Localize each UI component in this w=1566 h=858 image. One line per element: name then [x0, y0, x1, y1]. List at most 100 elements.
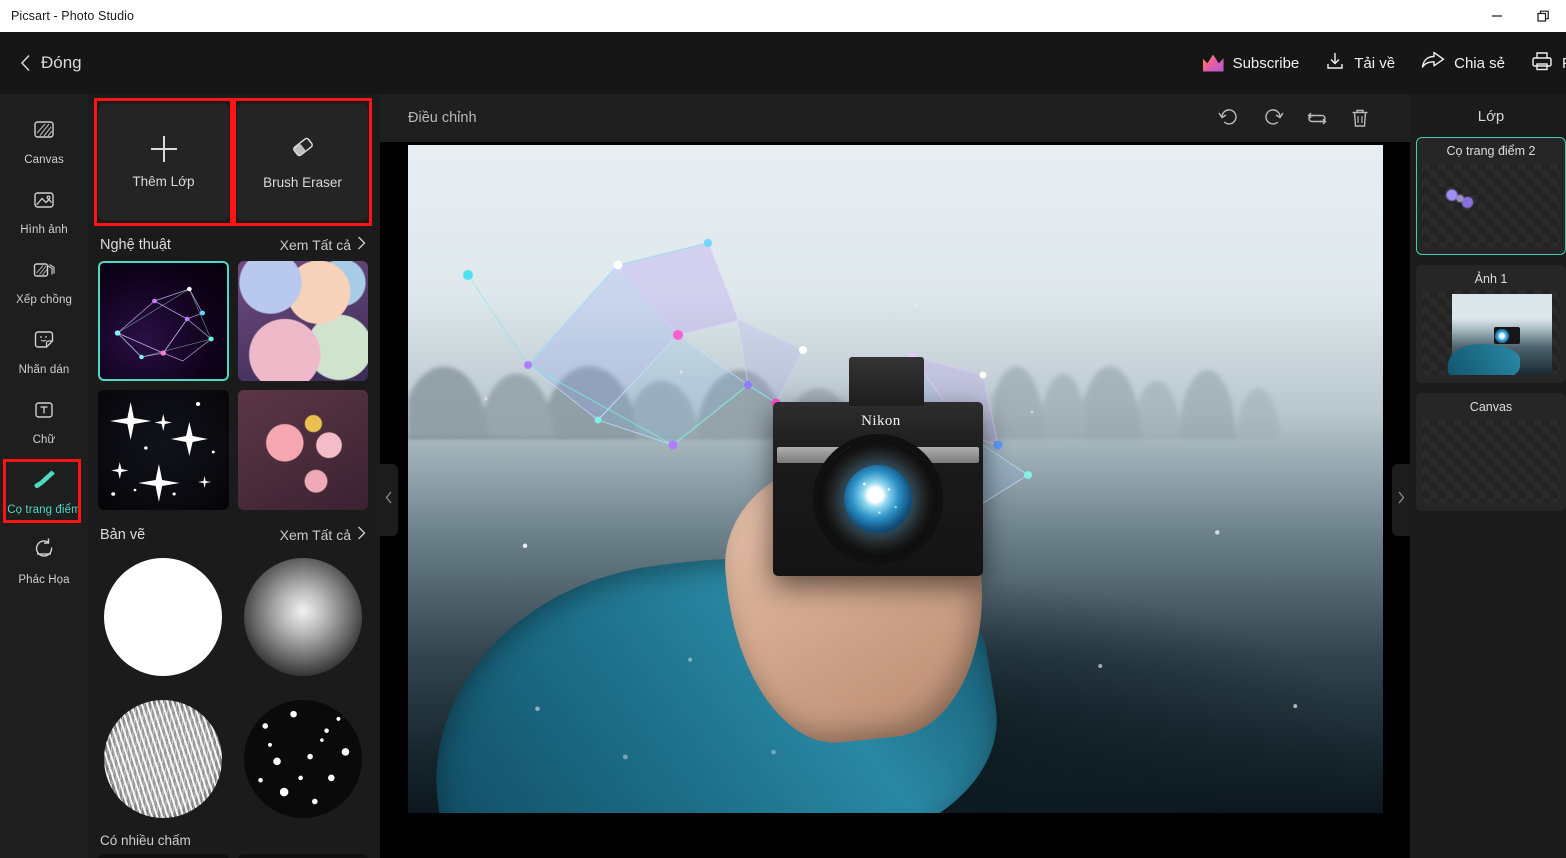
chevron-right-icon [357, 526, 366, 543]
sidebar-item-label: Xếp chồng [16, 293, 72, 306]
reset-button[interactable] [1306, 108, 1328, 128]
brush-eraser-button[interactable]: Brush Eraser [233, 98, 372, 226]
sidebar-item-makeup-brush[interactable]: Cọ trang điểm [0, 456, 88, 526]
brush-preview-dots [244, 700, 362, 818]
chevron-left-icon [20, 54, 31, 72]
sketch-icon [31, 537, 57, 568]
draw-brush-cell[interactable] [98, 854, 229, 858]
layer-name: Ảnh 1 [1474, 272, 1508, 286]
share-icon [1421, 51, 1445, 75]
app-header: Đóng Subscribe Tải về Chia sẻ [0, 32, 1566, 94]
art-brush-thumb[interactable] [98, 261, 229, 381]
header-actions: Subscribe Tải về Chia sẻ [1202, 32, 1566, 94]
draw-brush-cell[interactable] [238, 551, 368, 683]
layer-name: Canvas [1469, 400, 1513, 414]
subscribe-label: Subscribe [1232, 54, 1300, 72]
brush-panel-actions: Thêm Lớp Brush Eraser [94, 98, 372, 226]
artboard[interactable]: Nikon [407, 145, 1383, 813]
section-title: Bản vẽ [100, 526, 146, 543]
chevron-right-icon [1397, 491, 1405, 509]
crown-icon [1202, 54, 1224, 72]
stage-toolbar: Điều chỉnh [380, 94, 1410, 142]
minimize-button[interactable] [1474, 0, 1520, 32]
camera-brand-label: Nikon [861, 412, 901, 429]
share-label: Chia sẻ [1454, 54, 1505, 72]
layer-thumbnail [1422, 291, 1560, 375]
art-brush-thumb[interactable] [237, 390, 368, 510]
canvas-icon [31, 117, 57, 148]
layer-thumbnail [1422, 163, 1560, 247]
close-button[interactable]: Đóng [20, 53, 82, 73]
stage-tool-buttons [1218, 108, 1370, 129]
sidebar-item-canvas[interactable]: Canvas [0, 106, 88, 176]
section-title: Nghệ thuật [100, 236, 171, 253]
section-header-art: Nghệ thuật Xem Tất cả [100, 236, 366, 253]
brush-icon [30, 467, 58, 498]
sidebar-item-label: Canvas [24, 153, 64, 166]
thumb-lens [1495, 329, 1510, 344]
see-all-art-link[interactable]: Xem Tất cả [280, 236, 366, 253]
sidebar-item-label: Phác Họa [18, 573, 70, 586]
sidebar-item-text[interactable]: Chữ [0, 386, 88, 456]
thumb-sleeve [1448, 344, 1520, 375]
layers-panel: Lớp Cọ trang điểm 2 Ảnh 1 Canvas [1410, 94, 1566, 858]
sidebar-item-image[interactable]: Hình ảnh [0, 176, 88, 246]
see-all-label: Xem Tất cả [279, 526, 351, 543]
share-button[interactable]: Chia sẻ [1421, 51, 1505, 75]
draw-brush-cell[interactable] [98, 551, 228, 683]
image-icon [31, 187, 57, 218]
draw-brush-cell[interactable] [98, 693, 228, 825]
editor-stage: Điều chỉnh Nikon [380, 94, 1410, 858]
collapse-left-panel-handle[interactable] [380, 464, 398, 536]
sidebar-item-label: Hình ảnh [20, 223, 68, 236]
sidebar-item-sticker[interactable]: Nhãn dán [0, 316, 88, 386]
sidebar-item-label: Nhãn dán [18, 363, 70, 376]
layer-name: Cọ trang điểm 2 [1446, 144, 1536, 158]
app-title: Picsart - Photo Studio [11, 9, 135, 23]
sticker-icon [31, 327, 57, 358]
subscribe-button[interactable]: Subscribe [1202, 54, 1300, 72]
brush-preview-soft-round [244, 558, 362, 676]
stack-icon [31, 257, 57, 288]
chevron-left-icon [385, 491, 393, 509]
add-layer-button[interactable]: Thêm Lớp [94, 98, 233, 226]
brush-grid-overflow [98, 854, 368, 858]
brush-caption: Có nhiều chấm [100, 833, 191, 848]
layer-item[interactable]: Canvas [1416, 393, 1566, 511]
sidebar-item-sketch[interactable]: Phác Họa [0, 526, 88, 596]
download-button[interactable]: Tải về [1325, 51, 1395, 75]
canvas-area[interactable]: Nikon [380, 142, 1410, 858]
sidebar-item-label: Chữ [32, 433, 56, 446]
camera: Nikon [773, 357, 983, 576]
layer-item[interactable]: Ảnh 1 [1416, 265, 1566, 383]
layer-item[interactable]: Cọ trang điểm 2 [1416, 137, 1566, 255]
brush-preview-hard-round [104, 558, 222, 676]
restore-button[interactable] [1520, 0, 1566, 32]
section-header-draw: Bản vẽ Xem Tất cả [100, 526, 366, 543]
add-layer-label: Thêm Lớp [132, 173, 195, 189]
delete-button[interactable] [1350, 108, 1370, 129]
print-label: P [1562, 55, 1566, 72]
sidebar-item-stack[interactable]: Xếp chồng [0, 246, 88, 316]
collapse-right-panel-handle[interactable] [1392, 464, 1410, 536]
art-brush-thumb[interactable] [237, 261, 368, 381]
plus-icon [150, 135, 177, 162]
chevron-right-icon [357, 236, 366, 253]
layer-thumbnail-content [1438, 184, 1486, 214]
sidebar-item-label: Cọ trang điểm [7, 503, 81, 516]
treeline-right [992, 318, 1383, 439]
redo-button[interactable] [1262, 108, 1284, 128]
text-icon [31, 397, 57, 428]
undo-button[interactable] [1218, 108, 1240, 128]
see-all-label: Xem Tất cả [279, 236, 351, 253]
adjust-label: Điều chỉnh [408, 110, 477, 126]
print-button[interactable]: P [1531, 51, 1566, 75]
art-brush-thumb[interactable] [98, 390, 229, 510]
draw-brush-cell[interactable] [238, 693, 368, 825]
see-all-draw-link[interactable]: Xem Tất cả [280, 526, 366, 543]
lens-glass [843, 465, 912, 534]
window-controls [1474, 0, 1566, 32]
brush-panel: Thêm Lớp Brush Eraser Nghệ thuật Xem Tất… [88, 94, 380, 858]
layers-panel-title: Lớp [1477, 108, 1505, 125]
draw-brush-cell[interactable] [237, 854, 368, 858]
